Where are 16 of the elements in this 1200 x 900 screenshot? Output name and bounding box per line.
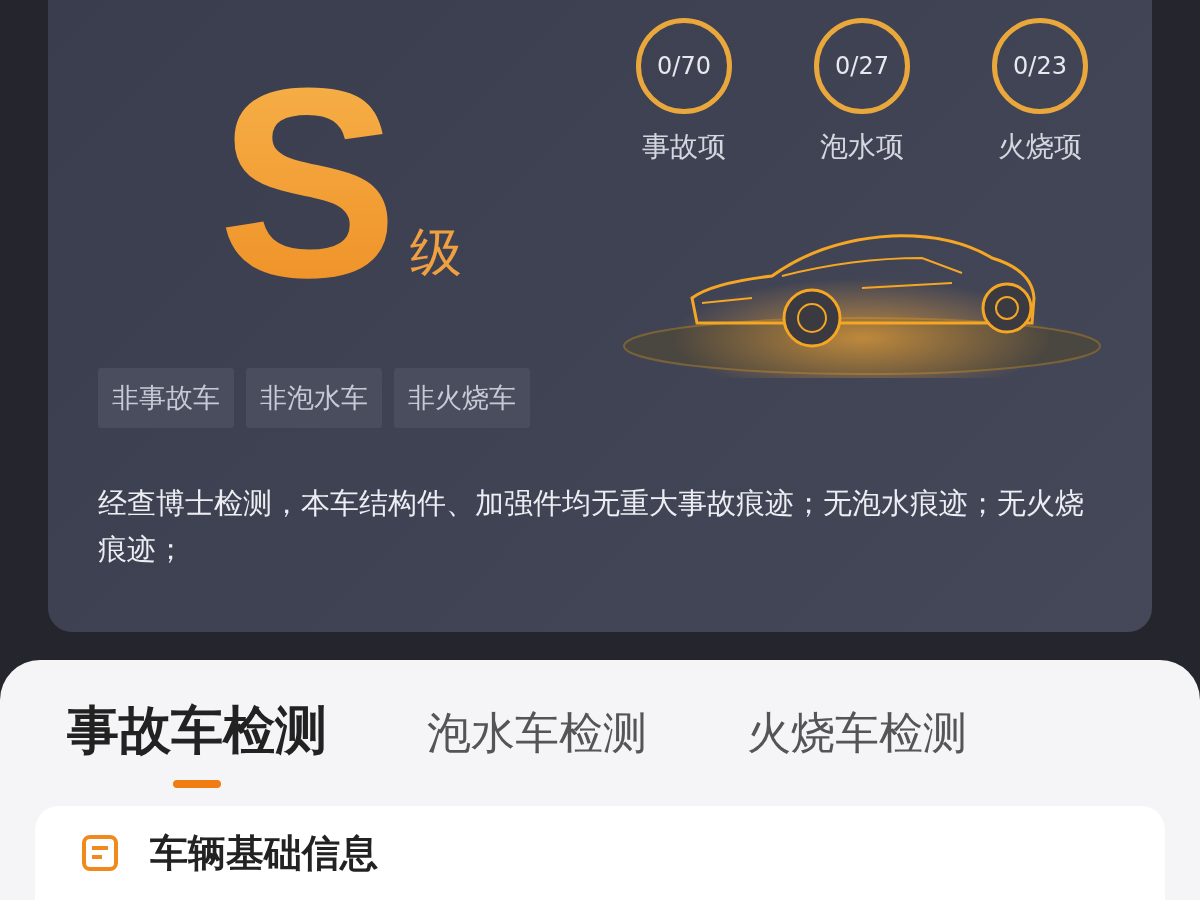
count-label: 泡水项 [820,129,904,165]
tab[interactable]: 事故车检测 [67,696,327,806]
status-tag: 非火烧车 [394,368,530,428]
count-label: 火烧项 [998,129,1082,165]
inspection-summary: 经查博士检测，本车结构件、加强件均无重大事故痕迹；无泡水痕迹；无火烧痕迹； [98,485,1085,568]
status-tag: 非泡水车 [246,368,382,428]
status-tag: 非事故车 [98,368,234,428]
count-ring: 0/23 [992,18,1088,114]
document-icon [80,833,120,873]
count-ring: 0/27 [814,18,910,114]
grade-suffix: 级 [410,221,463,284]
section-title: 车辆基础信息 [150,829,378,877]
count-label: 事故项 [642,129,726,165]
tab[interactable]: 火烧车检测 [747,696,967,806]
count-ring: 0/70 [636,18,732,114]
tab[interactable]: 泡水车检测 [427,696,647,806]
